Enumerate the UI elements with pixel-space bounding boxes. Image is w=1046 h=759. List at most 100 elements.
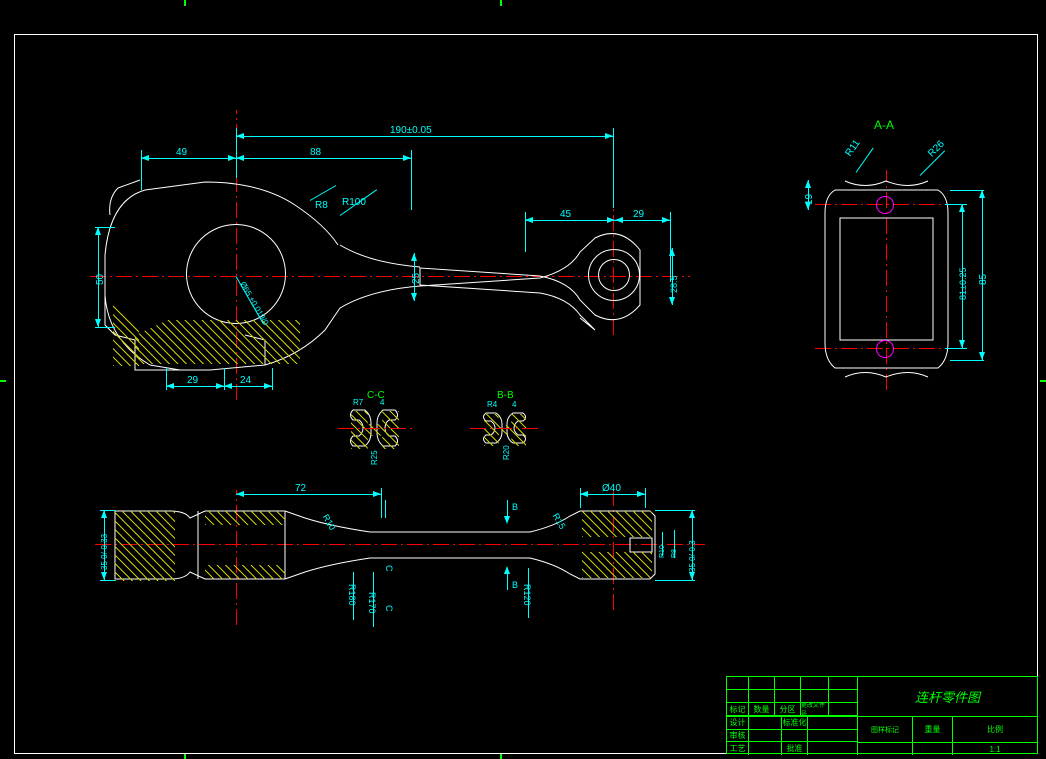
dim-text: 49	[176, 147, 187, 158]
ext-line	[236, 128, 237, 178]
dim-text: 25	[411, 273, 422, 284]
arrow-icon	[101, 510, 107, 518]
dim-text: 50	[95, 274, 106, 285]
ext-line	[670, 212, 671, 282]
arrow-icon	[411, 253, 417, 261]
ext-line	[645, 488, 646, 508]
tb-label: 重量	[913, 717, 953, 742]
arrow-icon	[95, 227, 101, 235]
arrow-icon	[236, 133, 244, 139]
arrow-icon	[141, 155, 149, 161]
hatch-side-left	[115, 511, 175, 581]
border-tick	[500, 0, 502, 6]
arrow-icon	[236, 155, 244, 161]
ext-line	[272, 368, 273, 390]
tb-label: 更改文件号	[801, 703, 829, 715]
arrow-icon	[101, 572, 107, 580]
dim-text: 35 0/-0.33	[100, 534, 109, 570]
centerline-cc	[338, 428, 413, 429]
section-mark: C	[384, 565, 394, 572]
arrow-icon	[228, 155, 236, 161]
drawing-title: 连杆零件图	[915, 687, 980, 706]
dim-text: R20	[502, 445, 511, 460]
ext-line	[411, 150, 412, 210]
tb-label: 图样标记	[871, 725, 899, 735]
ext-line	[100, 510, 115, 511]
arrow-icon	[637, 491, 645, 497]
ext-line	[525, 212, 526, 252]
arrow-icon	[669, 248, 675, 256]
arrow-icon	[403, 155, 411, 161]
drawing-canvas: 190±0.05 49 88 R8 R100 45 29 50 25 28.5 …	[0, 0, 1046, 759]
dim-text: R170	[367, 592, 377, 614]
dim-text: R100	[342, 197, 366, 208]
hatch-side-se-top	[582, 511, 652, 537]
section-line	[507, 572, 508, 590]
dim-line	[525, 220, 615, 221]
tb-label: 比例	[953, 717, 1037, 742]
arrow-icon	[805, 180, 811, 188]
dim-text: R7	[353, 398, 363, 407]
arrow-icon	[689, 572, 695, 580]
arrow-icon	[580, 491, 588, 497]
dim-text: 190±0.05	[390, 125, 432, 136]
arrow-icon	[216, 383, 224, 389]
tb-label: 数量	[749, 703, 775, 715]
arrow-icon	[607, 217, 615, 223]
arrow-icon	[662, 217, 670, 223]
arrow-icon	[669, 297, 675, 305]
arrow-icon	[224, 383, 232, 389]
arrow-icon	[689, 510, 695, 518]
section-line	[385, 500, 386, 518]
dim-text: 45	[560, 209, 571, 220]
hatch-side-bot	[205, 565, 285, 579]
tb-label: 批准	[782, 742, 808, 755]
ext-line	[945, 348, 967, 349]
ext-line	[950, 360, 984, 361]
dim-text: 81±0.25	[958, 268, 968, 300]
arrow-icon	[979, 190, 985, 198]
arrow-icon	[979, 352, 985, 360]
dim-line	[141, 158, 236, 159]
tb-scale: 1:1	[953, 743, 1037, 755]
section-mark: C	[384, 605, 394, 612]
dim-text: 35 0/-0.3	[688, 540, 697, 572]
hatch-cap	[135, 320, 300, 364]
ext-line	[141, 150, 142, 190]
dim-text: 4	[512, 400, 516, 409]
arrow-icon	[605, 133, 613, 139]
dim-line	[580, 494, 645, 495]
dim-line	[236, 158, 411, 159]
dim-text: 85	[978, 274, 989, 285]
arrow-icon	[504, 516, 510, 524]
dim-text: R8	[671, 549, 678, 558]
dim-text: 29	[187, 375, 198, 386]
arrow-icon	[411, 293, 417, 301]
arrow-icon	[959, 204, 965, 212]
dim-text: 72	[295, 483, 306, 494]
conrod-plan-outline	[100, 170, 680, 400]
dim-text: R4	[487, 400, 497, 409]
hatch-side-se-bot	[582, 552, 652, 578]
dim-text: R10	[659, 545, 666, 558]
arrow-icon	[264, 383, 272, 389]
ext-line	[613, 128, 614, 208]
arrow-icon	[95, 319, 101, 327]
tb-label: 分区	[775, 703, 801, 715]
bolt-hole	[876, 196, 894, 214]
border-tick	[1040, 380, 1046, 382]
section-label-aa: A-A	[874, 118, 894, 132]
border-tick	[0, 380, 6, 382]
dim-text: 4	[380, 398, 384, 407]
arrow-icon	[166, 383, 174, 389]
ext-line	[166, 368, 167, 390]
dim-text: R25	[370, 450, 379, 465]
dim-text: R8	[315, 200, 328, 211]
tb-label: 标准化	[782, 717, 808, 729]
section-mark: B	[512, 580, 518, 590]
dim-text: 28.5	[669, 275, 679, 293]
border-tick	[184, 0, 186, 6]
arrow-icon	[525, 217, 533, 223]
ext-line	[950, 190, 984, 191]
arrow-icon	[959, 340, 965, 348]
